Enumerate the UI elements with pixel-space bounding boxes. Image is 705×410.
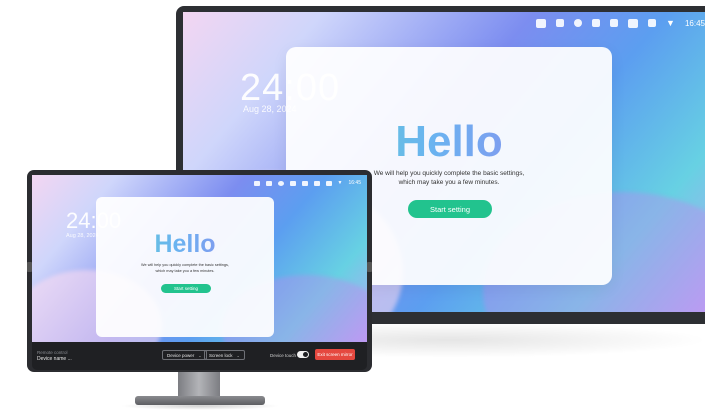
network-icon[interactable] bbox=[325, 180, 332, 186]
wifi-icon[interactable]: ▼ bbox=[666, 18, 675, 28]
date: Aug 28, 2024 bbox=[66, 233, 99, 239]
toggle-knob bbox=[303, 352, 308, 357]
start-setting-button[interactable]: Start setting bbox=[161, 284, 211, 293]
contrast-icon[interactable] bbox=[574, 19, 583, 27]
screen-share-icon[interactable] bbox=[628, 18, 639, 28]
device-touch-label: Device touch bbox=[270, 353, 297, 358]
status-time: 16:45 bbox=[684, 18, 705, 28]
usb-icon[interactable] bbox=[289, 180, 296, 186]
chat-icon[interactable] bbox=[536, 18, 547, 28]
chevron-down-icon: ⌄ bbox=[198, 352, 202, 358]
network-icon[interactable] bbox=[648, 19, 657, 27]
screen-lock-dropdown[interactable]: Screen lock ⌄ bbox=[204, 350, 245, 360]
file-icon[interactable] bbox=[610, 19, 619, 27]
welcome-card: Hello We will help you quickly complete … bbox=[96, 197, 274, 337]
greeting-title: Hello bbox=[96, 230, 274, 259]
status-bar: ▼ 16:45 bbox=[536, 18, 705, 28]
device-power-label: Device power bbox=[167, 352, 195, 358]
wifi-icon[interactable]: ▼ bbox=[338, 180, 343, 186]
monitor-side-port bbox=[367, 262, 372, 272]
chat-icon[interactable] bbox=[253, 180, 260, 186]
welcome-description: We will help you quickly complete the ba… bbox=[96, 263, 274, 274]
device-power-dropdown[interactable]: Device power ⌄ bbox=[162, 350, 207, 360]
chevron-down-icon: ⌄ bbox=[236, 352, 240, 358]
screen-lock-label: Screen lock bbox=[209, 352, 233, 358]
monitor-stand-neck bbox=[178, 372, 220, 398]
remote-control-toolbar: Remote control Device name ... Device po… bbox=[32, 342, 367, 370]
file-icon[interactable] bbox=[301, 180, 308, 186]
status-time: 16:45 bbox=[348, 180, 361, 186]
start-setting-button[interactable]: Start setting bbox=[408, 200, 492, 218]
contrast-icon[interactable] bbox=[277, 180, 284, 186]
device-name: Device name ... bbox=[37, 356, 72, 362]
exit-screen-mirror-button[interactable]: Exit screen mirror bbox=[315, 349, 355, 360]
volume-icon[interactable] bbox=[556, 19, 565, 27]
monitor-screen: ▼ 16:45 24:00 Aug 28, 2024 Hello We will… bbox=[32, 175, 367, 342]
status-bar: ▼ 16:45 bbox=[253, 180, 361, 186]
description-line: which may take you a few minutes. bbox=[155, 268, 215, 273]
device-touch-toggle[interactable] bbox=[297, 351, 309, 358]
monitor-stand-base bbox=[135, 396, 265, 405]
screen-share-icon[interactable] bbox=[313, 180, 320, 186]
greeting-title: Hello bbox=[286, 117, 612, 167]
volume-icon[interactable] bbox=[265, 180, 272, 186]
remote-control-title: Remote control bbox=[37, 350, 68, 355]
usb-icon[interactable] bbox=[592, 19, 601, 27]
